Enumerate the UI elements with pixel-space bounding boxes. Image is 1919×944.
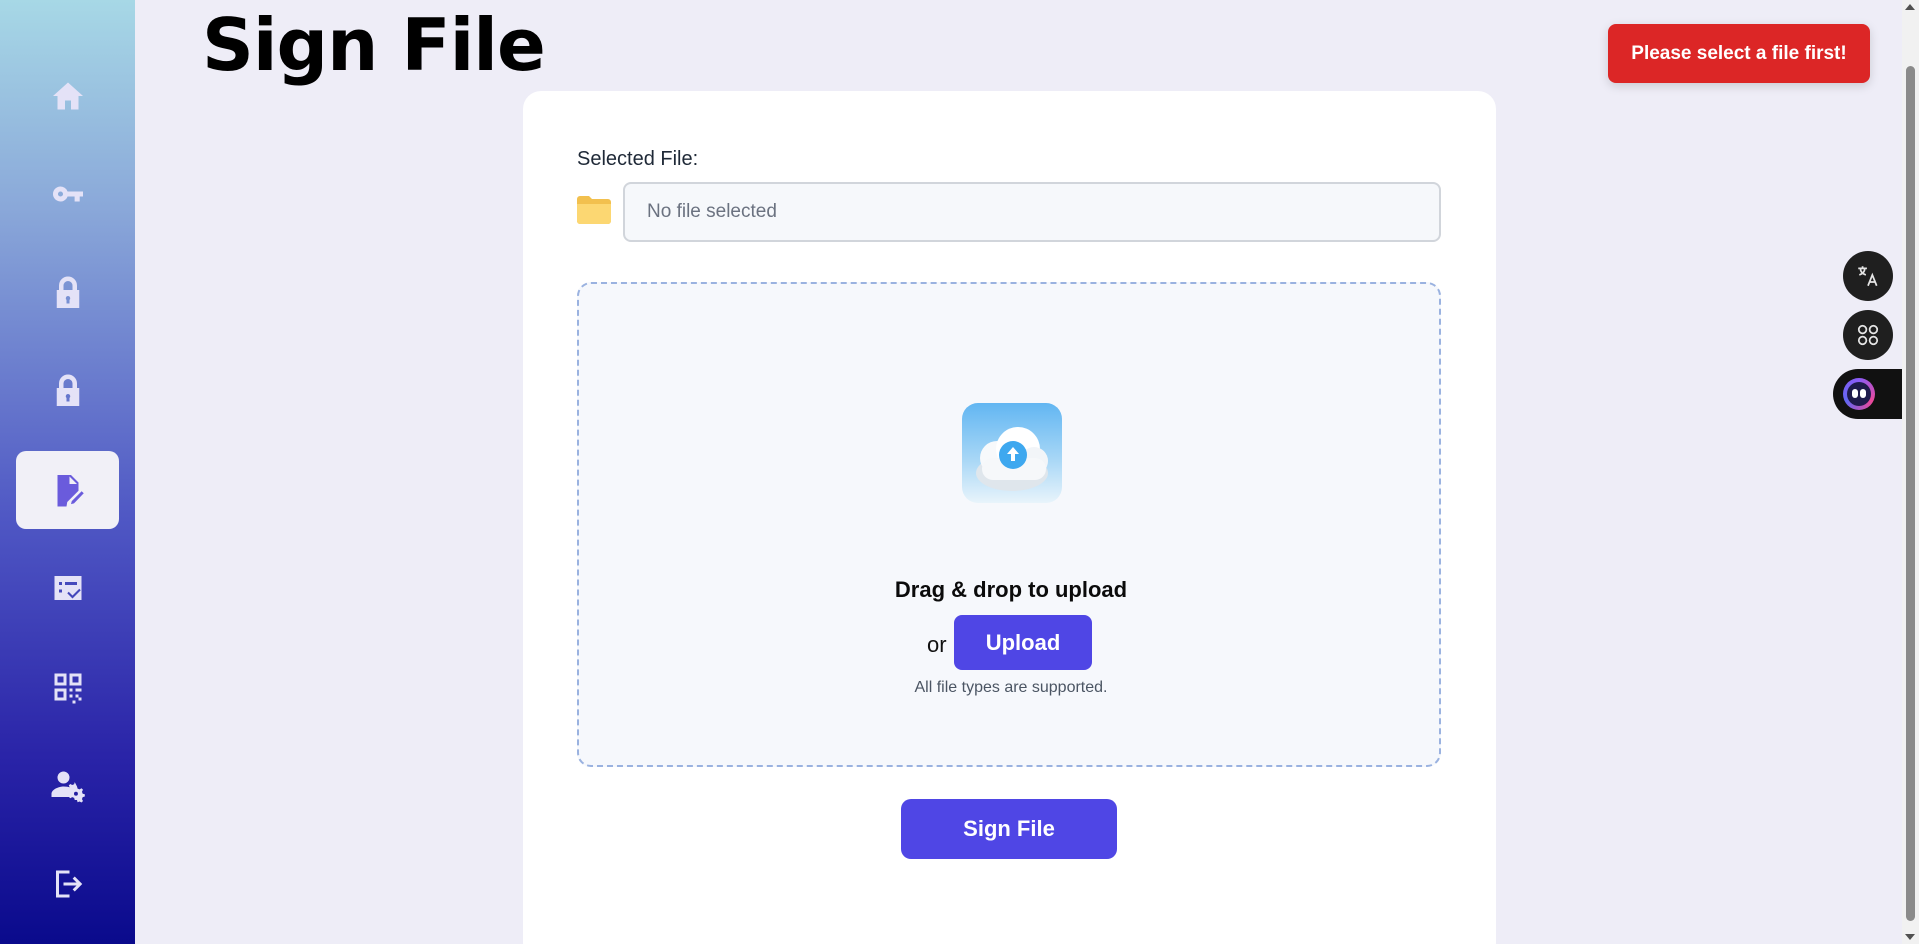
- qr-code-icon: [54, 673, 81, 704]
- sidebar-item-user-settings[interactable]: [16, 746, 119, 824]
- sidebar-item-sign-file[interactable]: [16, 451, 119, 529]
- sidebar-item-decrypt[interactable]: [16, 352, 119, 430]
- drag-drop-title: Drag & drop to upload: [894, 577, 1128, 602]
- selected-file-label: Selected File:: [577, 148, 699, 170]
- assistant-tab[interactable]: [1833, 369, 1905, 419]
- sidebar-item-verify[interactable]: [16, 549, 119, 627]
- apps-icon: [1857, 324, 1879, 346]
- upload-dropzone[interactable]: Drag & drop to upload or Upload All file…: [577, 282, 1441, 767]
- scroll-up-icon[interactable]: [1905, 4, 1915, 10]
- toast-message: Please select a file first!: [1631, 42, 1847, 64]
- folder-icon[interactable]: [577, 196, 611, 224]
- page-title: Sign File: [202, 3, 546, 87]
- upload-button[interactable]: Upload: [954, 615, 1092, 670]
- scroll-down-icon[interactable]: [1905, 934, 1915, 940]
- sidebar-item-home[interactable]: [16, 57, 119, 135]
- sidebar: [0, 0, 135, 944]
- cloud-upload-icon: [962, 403, 1062, 503]
- error-toast[interactable]: Please select a file first!: [1608, 24, 1870, 83]
- assistant-icon: [1843, 378, 1875, 410]
- sidebar-item-keys[interactable]: [16, 155, 119, 233]
- sign-file-icon: [57, 475, 84, 507]
- scrollbar[interactable]: [1902, 0, 1919, 944]
- sidebar-item-qr[interactable]: [16, 648, 119, 726]
- or-text: or: [927, 632, 947, 657]
- user-settings-icon: [51, 771, 85, 803]
- supported-types-text: All file types are supported.: [914, 679, 1108, 696]
- home-icon: [52, 82, 83, 110]
- logout-icon: [55, 870, 82, 898]
- verify-icon: [54, 576, 81, 600]
- apps-button[interactable]: [1843, 310, 1893, 360]
- unlock-icon: [56, 374, 79, 406]
- scroll-thumb[interactable]: [1906, 66, 1915, 921]
- lock-icon: [56, 276, 79, 308]
- translate-icon: [1858, 266, 1878, 287]
- translate-button[interactable]: [1843, 251, 1893, 301]
- sign-file-button[interactable]: Sign File: [901, 799, 1117, 859]
- selected-file-field[interactable]: [623, 182, 1441, 242]
- sidebar-item-encrypt[interactable]: [16, 254, 119, 332]
- sign-file-card: Selected File: Drag & drop to upload or …: [523, 91, 1496, 944]
- sidebar-item-logout[interactable]: [16, 845, 119, 923]
- key-icon: [52, 186, 83, 202]
